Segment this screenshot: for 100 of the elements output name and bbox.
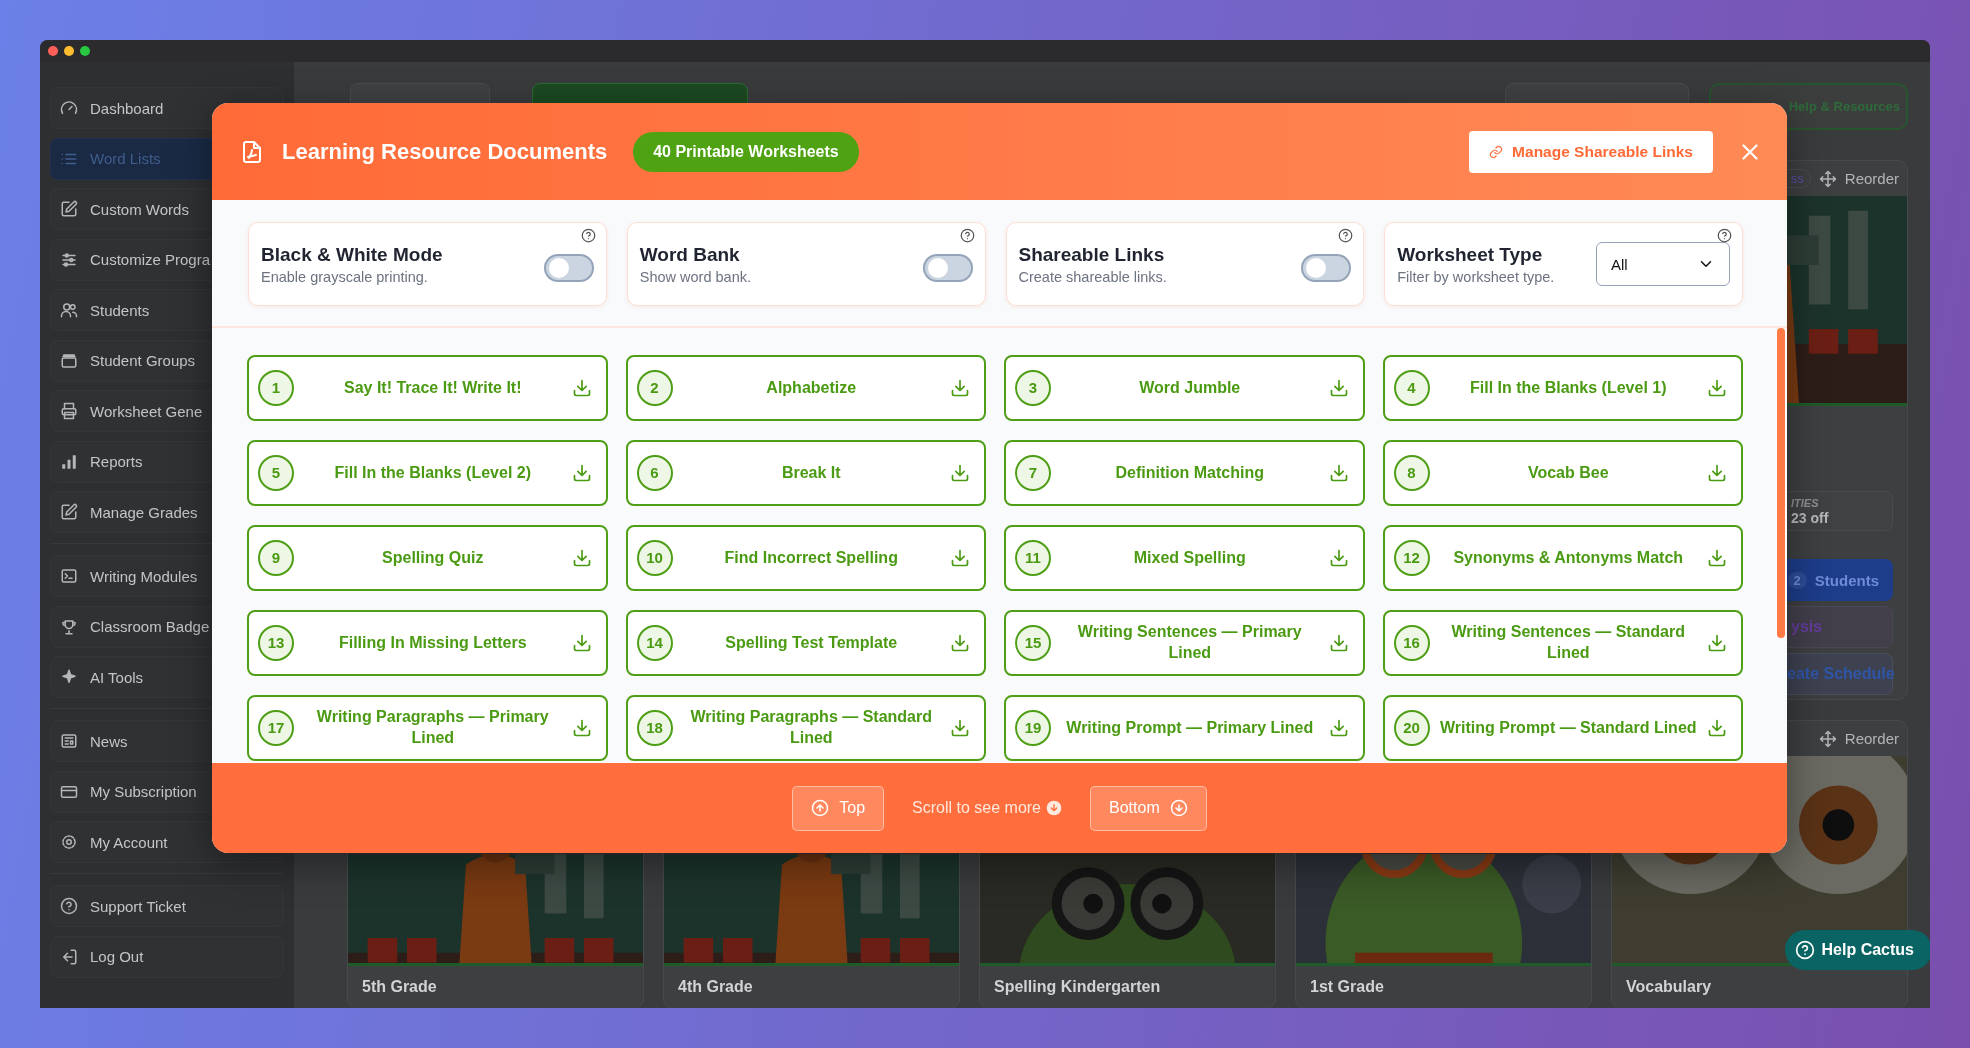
number-badge: 10 (636, 540, 673, 576)
worksheet-button[interactable]: 6 Break It (625, 440, 986, 506)
download-icon (1328, 378, 1349, 398)
link-icon (1489, 144, 1504, 159)
number-badge: 11 (1015, 540, 1051, 576)
setting-title: Worksheet Type (1397, 243, 1544, 266)
number-badge: 4 (1393, 370, 1430, 406)
toggle-switch[interactable] (543, 254, 594, 282)
number-badge: 15 (1015, 625, 1051, 661)
terminal-icon (60, 567, 78, 585)
setting-title: Shareable Links (1018, 243, 1166, 266)
help-cactus-button[interactable]: Help Cactus (1784, 930, 1930, 970)
worksheet-button[interactable]: 12 Synonyms & Antonyms Match (1382, 525, 1743, 591)
number-badge: 1 (258, 370, 294, 406)
worksheet-button[interactable]: 1 Say It! Trace It! Write It! (247, 355, 608, 421)
number-badge: 7 (1015, 455, 1051, 491)
sidebar-item[interactable]: Support Ticket (50, 885, 284, 927)
worksheet-button[interactable]: 11 Mixed Spelling (1004, 525, 1365, 591)
card-title: Vocabulary (1625, 977, 1713, 997)
sliders-icon (60, 250, 78, 269)
download-icon (1707, 718, 1727, 738)
worksheet-button[interactable]: 3 Word Jumble (1004, 355, 1365, 421)
number-badge: 13 (258, 625, 294, 661)
worksheet-button[interactable]: 2 Alphabetize (625, 355, 986, 421)
number-badge: 20 (1393, 710, 1430, 746)
number-badge: 5 (258, 455, 294, 491)
worksheet-button[interactable]: 14 Spelling Test Template (625, 610, 986, 676)
arrow-up-icon (811, 799, 830, 817)
gauge-icon (60, 99, 78, 117)
download-icon (950, 718, 970, 738)
download-icon (1328, 633, 1349, 653)
worksheet-button[interactable]: 19 Writing Prompt — Primary Lined (1004, 695, 1365, 761)
move-icon (1818, 729, 1837, 748)
card-title: 1st Grade (1309, 977, 1385, 997)
help-icon (580, 228, 596, 243)
reorder-label[interactable]: Reorder (1844, 730, 1899, 747)
download-icon (950, 378, 970, 398)
download-icon (571, 378, 592, 398)
worksheet-button[interactable]: 10 Find Incorrect Spelling (625, 525, 986, 591)
worksheet-button[interactable]: 7 Definition Matching (1004, 440, 1365, 506)
people-icon (60, 301, 78, 319)
worksheet-button[interactable]: 9 Spelling Quiz (247, 525, 608, 591)
count-badge: 2 (1787, 571, 1807, 589)
number-badge: 2 (636, 370, 673, 406)
worksheet-button[interactable]: 13 Filling In Missing Letters (247, 610, 608, 676)
top-button[interactable]: Top (792, 785, 885, 831)
help-icon (959, 228, 975, 243)
setting-title: Word Bank (639, 243, 741, 266)
download-icon (1328, 548, 1349, 568)
arrow-down-icon (1046, 800, 1062, 816)
sparkle-icon (60, 668, 78, 686)
logout-icon (60, 947, 78, 966)
card-title: Spelling Kindergarten (993, 977, 1162, 997)
help-icon (1717, 228, 1732, 243)
worksheet-button[interactable]: 4 Fill In the Blanks (Level 1) (1382, 355, 1743, 421)
number-badge: 12 (1393, 540, 1430, 576)
worksheet-type-select[interactable]: All (1596, 242, 1730, 286)
setting-description: Filter by worksheet type. (1397, 268, 1556, 285)
download-icon (571, 718, 592, 738)
help-icon (1794, 940, 1815, 960)
worksheet-button[interactable]: 17 Writing Paragraphs — Primary Lined (247, 695, 608, 761)
download-icon (950, 548, 970, 568)
number-badge: 16 (1393, 625, 1430, 661)
toggle-switch[interactable] (922, 254, 973, 282)
newspaper-icon (60, 732, 78, 750)
download-icon (1707, 378, 1727, 398)
stat-value: 23 off (1791, 509, 1830, 526)
number-badge: 6 (636, 455, 673, 491)
worksheet-button[interactable]: 8 Vocab Bee (1382, 440, 1743, 506)
manage-links-button[interactable]: Manage Shareable Links (1469, 130, 1713, 173)
setting-description: Show word bank. (639, 268, 752, 285)
number-badge: 9 (258, 540, 294, 576)
download-icon (1707, 633, 1727, 653)
worksheet-button[interactable]: 18 Writing Paragraphs — Standard Lined (625, 695, 986, 761)
reorder-label[interactable]: Reorder (1844, 170, 1899, 187)
scrollbar-thumb[interactable] (1777, 328, 1785, 638)
gear-icon (60, 833, 78, 851)
bottom-button[interactable]: Bottom (1090, 785, 1207, 831)
sidebar-item[interactable]: Log Out (50, 935, 284, 978)
stat-label: ITIES (1791, 496, 1820, 509)
number-badge: 19 (1015, 710, 1051, 746)
worksheet-button[interactable]: 15 Writing Sentences — Primary Lined (1004, 610, 1365, 676)
download-icon (1328, 718, 1349, 738)
number-badge: 17 (258, 710, 294, 746)
worksheet-button[interactable]: 5 Fill In the Blanks (Level 2) (247, 440, 608, 506)
pencil-icon (60, 503, 78, 521)
download-icon (1707, 463, 1727, 483)
pencil-icon (60, 200, 78, 218)
move-icon (1818, 169, 1837, 188)
worksheet-button[interactable]: 16 Writing Sentences — Standard Lined (1382, 610, 1743, 676)
tray-icon (60, 351, 78, 370)
number-badge: 14 (636, 625, 673, 661)
printer-icon (60, 402, 78, 420)
download-icon (571, 548, 592, 568)
help-icon (1338, 228, 1354, 243)
toggle-switch[interactable] (1301, 254, 1352, 282)
download-icon (1328, 463, 1349, 483)
modal-title: Learning Resource Documents (282, 138, 608, 165)
worksheet-button[interactable]: 20 Writing Prompt — Standard Lined (1382, 695, 1743, 761)
arrow-down-icon (1169, 799, 1188, 817)
